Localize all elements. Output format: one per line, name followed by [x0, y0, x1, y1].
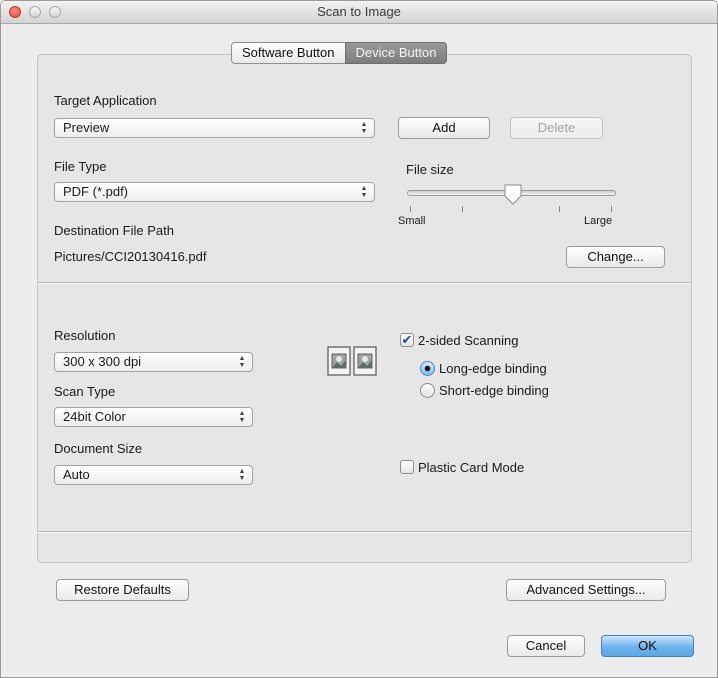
plastic-card-mode-label: Plastic Card Mode — [418, 460, 525, 475]
duplex-scan-icon — [327, 346, 377, 376]
scan-to-image-window: Scan to Image Software Button Device But… — [0, 0, 718, 678]
cancel-button[interactable]: Cancel — [507, 635, 585, 657]
popup-arrows-icon: ▲ ▼ — [238, 355, 246, 369]
tab-bar: Software Button Device Button — [231, 42, 448, 64]
resolution-select[interactable]: 300 x 300 dpi ▲ ▼ — [54, 352, 253, 372]
zoom-window-icon[interactable] — [49, 6, 61, 18]
destination-path-label: Destination File Path — [54, 223, 174, 238]
file-type-label: File Type — [54, 159, 107, 174]
file-type-value: PDF (*.pdf) — [63, 184, 129, 199]
title-bar[interactable]: Scan to Image — [1, 1, 717, 24]
resolution-label: Resolution — [54, 328, 116, 343]
tab-software-button[interactable]: Software Button — [231, 42, 345, 64]
restore-defaults-button[interactable]: Restore Defaults — [56, 579, 189, 601]
target-application-value: Preview — [63, 120, 110, 135]
document-size-label: Document Size — [54, 441, 143, 456]
advanced-settings-button[interactable]: Advanced Settings... — [506, 579, 666, 601]
close-window-icon[interactable] — [9, 6, 21, 18]
file-size-slider-thumb[interactable] — [503, 184, 523, 206]
slider-tick — [462, 206, 463, 212]
popup-arrows-icon: ▲ ▼ — [360, 121, 368, 135]
tab-device-button[interactable]: Device Button — [344, 42, 448, 64]
scan-type-label: Scan Type — [54, 384, 116, 399]
two-sided-scanning-label: 2-sided Scanning — [418, 333, 519, 348]
ok-button[interactable]: OK — [601, 635, 694, 657]
scan-type-value: 24bit Color — [63, 409, 126, 424]
file-size-min-label: Small — [398, 215, 426, 227]
short-edge-binding-label: Short-edge binding — [439, 383, 549, 398]
resolution-value: 300 x 300 dpi — [63, 354, 142, 369]
target-application-select[interactable]: Preview ▲ ▼ — [54, 118, 375, 138]
long-edge-binding-radio[interactable] — [420, 361, 435, 376]
destination-path-value: Pictures/CCI20130416.pdf — [54, 249, 207, 264]
document-size-select[interactable]: Auto ▲ ▼ — [54, 465, 253, 485]
popup-arrows-icon: ▲ ▼ — [360, 185, 368, 199]
two-sided-scanning-checkbox[interactable]: ✔ — [400, 333, 414, 347]
slider-tick — [410, 206, 411, 212]
plastic-card-mode-checkbox[interactable] — [400, 460, 414, 474]
popup-arrows-icon: ▲ ▼ — [238, 468, 246, 482]
slider-tick — [611, 206, 612, 212]
file-size-max-label: Large — [584, 215, 613, 227]
popup-arrows-icon: ▲ ▼ — [238, 410, 246, 424]
window-title: Scan to Image — [317, 4, 401, 19]
delete-button[interactable]: Delete — [510, 117, 603, 139]
change-path-button[interactable]: Change... — [566, 246, 665, 268]
file-type-select[interactable]: PDF (*.pdf) ▲ ▼ — [54, 182, 375, 202]
file-size-label: File size — [406, 162, 454, 177]
document-size-value: Auto — [63, 467, 90, 482]
section-divider — [37, 531, 691, 533]
add-button[interactable]: Add — [398, 117, 490, 139]
target-application-label: Target Application — [54, 93, 157, 108]
long-edge-binding-label: Long-edge binding — [439, 361, 547, 376]
slider-tick — [559, 206, 560, 212]
minimize-window-icon[interactable] — [29, 6, 41, 18]
scan-type-select[interactable]: 24bit Color ▲ ▼ — [54, 407, 253, 427]
short-edge-binding-radio[interactable] — [420, 383, 435, 398]
section-divider — [37, 282, 691, 284]
